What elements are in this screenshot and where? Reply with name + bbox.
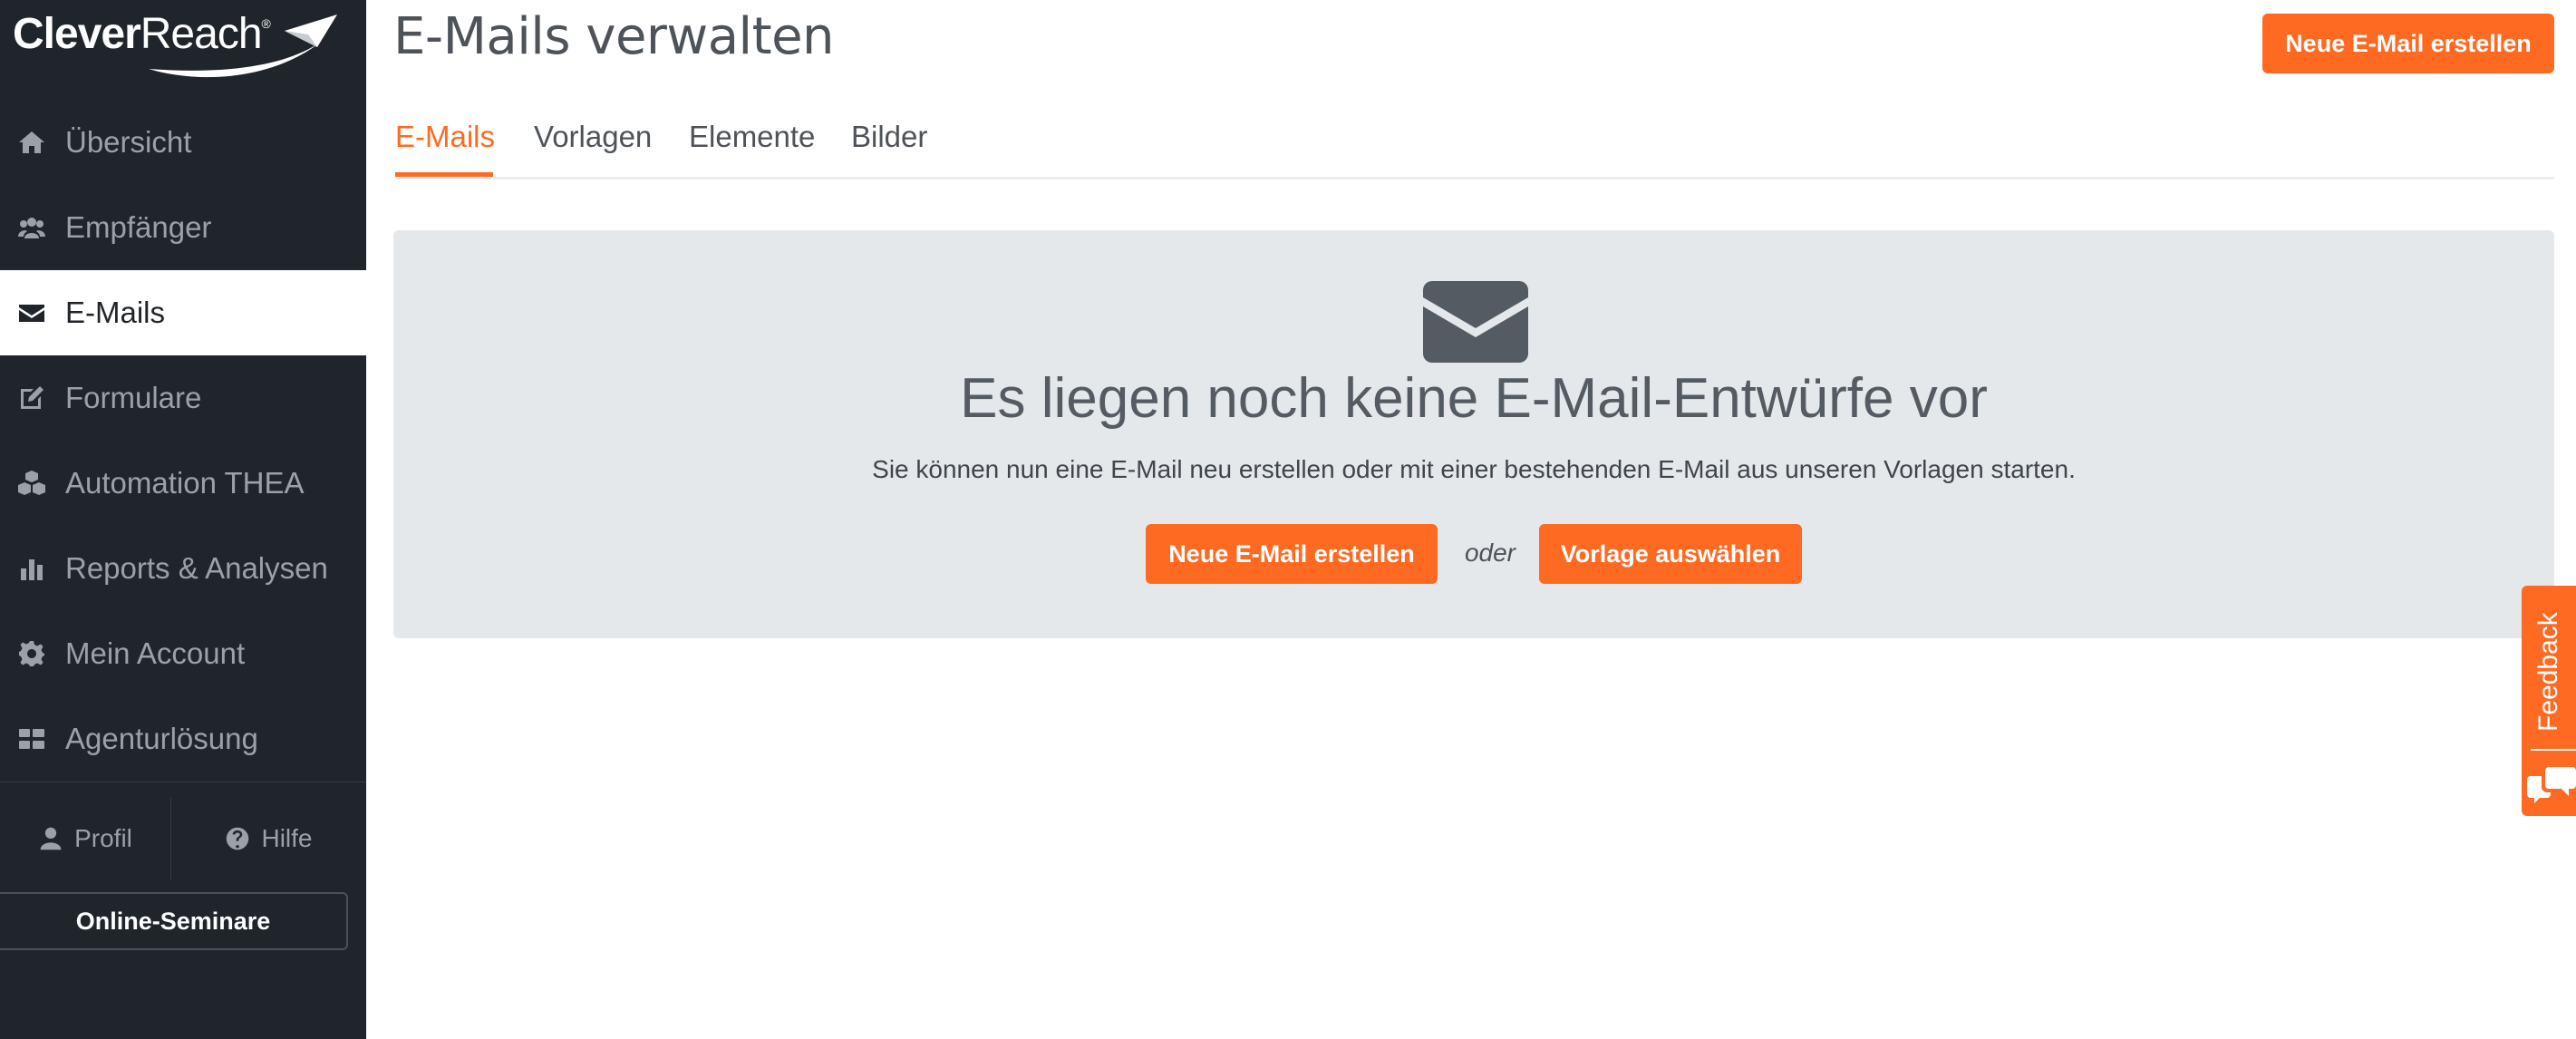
sidebar-item-empfaenger[interactable]: Empfänger <box>0 185 366 270</box>
sidebar-item-agenturloesung[interactable]: Agenturlösung <box>0 696 366 782</box>
sidebar-item-label: Mein Account <box>65 636 246 670</box>
logo-swoosh-icon <box>149 15 337 78</box>
logo[interactable]: CleverReach® <box>13 5 339 82</box>
or-separator: oder <box>1464 539 1516 567</box>
profil-button[interactable]: Profil <box>0 791 170 887</box>
sidebar-item-automation[interactable]: Automation THEA <box>0 441 366 526</box>
feedback-label: Feedback <box>2533 612 2563 732</box>
home-icon <box>16 127 47 158</box>
tab-vorlagen[interactable]: Vorlagen <box>534 120 652 154</box>
online-seminare-button[interactable]: Online-Seminare <box>0 892 348 950</box>
grid-icon <box>16 723 47 754</box>
chat-icon <box>2527 767 2576 803</box>
sidebar: CleverReach® Übersicht Empfänger E-Mails <box>0 0 366 1039</box>
page-title: E-Mails verwalten <box>393 7 835 66</box>
sidebar-item-label: Reports & Analysen <box>65 551 328 585</box>
sidebar-item-emails[interactable]: E-Mails <box>0 270 366 355</box>
user-icon <box>40 827 62 850</box>
empty-state-title: Es liegen noch keine E-Mail-Entwürfe vor <box>960 367 1988 430</box>
tab-active-indicator <box>395 172 493 177</box>
sidebar-sub-row: Profil Hilfe <box>0 791 366 887</box>
sidebar-item-formulare[interactable]: Formulare <box>0 355 366 441</box>
users-icon <box>16 212 47 243</box>
hilfe-button[interactable]: Hilfe <box>171 791 366 887</box>
help-icon <box>227 827 249 850</box>
bar-chart-icon <box>16 553 47 584</box>
tab-emails[interactable]: E-Mails <box>395 120 495 154</box>
sidebar-item-label: Formulare <box>65 381 202 414</box>
cubes-icon <box>16 468 47 499</box>
tab-bar: E-Mails Vorlagen Elemente Bilder <box>395 109 2554 180</box>
sidebar-item-reports[interactable]: Reports & Analysen <box>0 526 366 611</box>
edit-icon <box>16 383 47 413</box>
empty-state-description: Sie können nun eine E-Mail neu erstellen… <box>872 455 2076 483</box>
tab-elemente[interactable]: Elemente <box>689 120 815 154</box>
gear-icon <box>16 638 47 669</box>
envelope-icon <box>16 297 47 328</box>
sidebar-item-label: Agenturlösung <box>65 722 258 755</box>
sidebar-nav: Übersicht Empfänger E-Mails Formulare Au… <box>0 100 366 782</box>
profil-label: Profil <box>74 824 132 852</box>
select-template-button[interactable]: Vorlage auswählen <box>1539 524 1802 584</box>
sidebar-item-label: Automation THEA <box>65 466 305 500</box>
envelope-icon <box>1423 281 1528 363</box>
tab-bilder[interactable]: Bilder <box>851 120 927 154</box>
empty-state-panel: Es liegen noch keine E-Mail-Entwürfe vor… <box>393 230 2554 638</box>
app: CleverReach® Übersicht Empfänger E-Mails <box>0 0 2576 1039</box>
sidebar-item-label: E-Mails <box>65 296 166 329</box>
new-email-button[interactable]: Neue E-Mail erstellen <box>1146 524 1438 584</box>
feedback-divider <box>2531 749 2576 751</box>
sidebar-item-label: Empfänger <box>65 210 212 244</box>
sidebar-item-uebersicht[interactable]: Übersicht <box>0 100 366 185</box>
feedback-tab[interactable]: Feedback <box>2522 586 2576 816</box>
hilfe-label: Hilfe <box>261 824 313 852</box>
sidebar-item-mein-account[interactable]: Mein Account <box>0 611 366 696</box>
sidebar-item-label: Übersicht <box>65 125 192 159</box>
new-email-button-header[interactable]: Neue E-Mail erstellen <box>2262 14 2554 73</box>
